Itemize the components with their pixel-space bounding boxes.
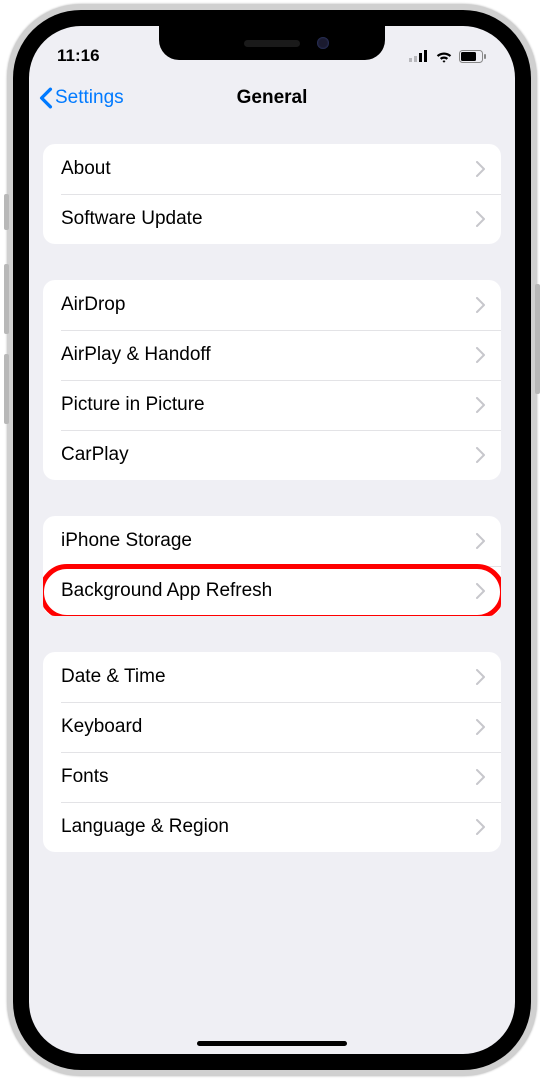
mute-switch xyxy=(4,194,9,230)
row-about[interactable]: About xyxy=(43,144,501,194)
chevron-right-icon xyxy=(476,669,485,685)
row-keyboard[interactable]: Keyboard xyxy=(43,702,501,752)
chevron-right-icon xyxy=(476,297,485,313)
notch xyxy=(159,26,385,60)
row-software-update[interactable]: Software Update xyxy=(43,194,501,244)
chevron-right-icon xyxy=(476,161,485,177)
row-background-app-refresh[interactable]: Background App Refresh xyxy=(43,566,501,616)
row-label: Keyboard xyxy=(61,716,142,738)
group-2: iPhone Storage Background App Refresh xyxy=(43,516,501,616)
row-label: Date & Time xyxy=(61,666,166,688)
row-label: Picture in Picture xyxy=(61,394,205,416)
chevron-left-icon xyxy=(39,87,53,109)
row-label: About xyxy=(61,158,111,180)
back-button[interactable]: Settings xyxy=(39,87,124,109)
row-label: Software Update xyxy=(61,208,203,230)
page-title: General xyxy=(237,87,308,109)
row-label: AirPlay & Handoff xyxy=(61,344,211,366)
home-indicator[interactable] xyxy=(197,1041,347,1046)
screen: 11:16 Settings General About xyxy=(29,26,515,1054)
volume-up-button xyxy=(4,264,9,334)
chevron-right-icon xyxy=(476,583,485,599)
row-fonts[interactable]: Fonts xyxy=(43,752,501,802)
phone-frame: 11:16 Settings General About xyxy=(7,4,537,1076)
back-label: Settings xyxy=(55,87,124,109)
cellular-icon xyxy=(409,50,429,62)
speaker xyxy=(244,40,300,47)
group-3: Date & Time Keyboard Fonts Language & Re… xyxy=(43,652,501,852)
volume-down-button xyxy=(4,354,9,424)
wifi-icon xyxy=(435,50,453,63)
row-language-region[interactable]: Language & Region xyxy=(43,802,501,852)
chevron-right-icon xyxy=(476,719,485,735)
row-label: Fonts xyxy=(61,766,109,788)
power-button xyxy=(535,284,540,394)
status-time: 11:16 xyxy=(57,46,100,66)
chevron-right-icon xyxy=(476,397,485,413)
chevron-right-icon xyxy=(476,347,485,363)
chevron-right-icon xyxy=(476,819,485,835)
chevron-right-icon xyxy=(476,533,485,549)
row-label: Language & Region xyxy=(61,816,229,838)
row-label: iPhone Storage xyxy=(61,530,192,552)
content: About Software Update AirDrop AirPlay & xyxy=(29,144,515,852)
front-camera xyxy=(317,37,329,49)
row-airdrop[interactable]: AirDrop xyxy=(43,280,501,330)
chevron-right-icon xyxy=(476,769,485,785)
row-picture-in-picture[interactable]: Picture in Picture xyxy=(43,380,501,430)
chevron-right-icon xyxy=(476,447,485,463)
chevron-right-icon xyxy=(476,211,485,227)
row-iphone-storage[interactable]: iPhone Storage xyxy=(43,516,501,566)
row-label: CarPlay xyxy=(61,444,129,466)
row-label: Background App Refresh xyxy=(61,580,272,602)
group-1: AirDrop AirPlay & Handoff Picture in Pic… xyxy=(43,280,501,480)
row-carplay[interactable]: CarPlay xyxy=(43,430,501,480)
row-airplay-handoff[interactable]: AirPlay & Handoff xyxy=(43,330,501,380)
group-0: About Software Update xyxy=(43,144,501,244)
status-right xyxy=(409,50,487,63)
battery-icon xyxy=(459,50,487,63)
nav-bar: Settings General xyxy=(29,74,515,122)
row-label: AirDrop xyxy=(61,294,125,316)
row-date-time[interactable]: Date & Time xyxy=(43,652,501,702)
phone-bezel: 11:16 Settings General About xyxy=(13,10,531,1070)
